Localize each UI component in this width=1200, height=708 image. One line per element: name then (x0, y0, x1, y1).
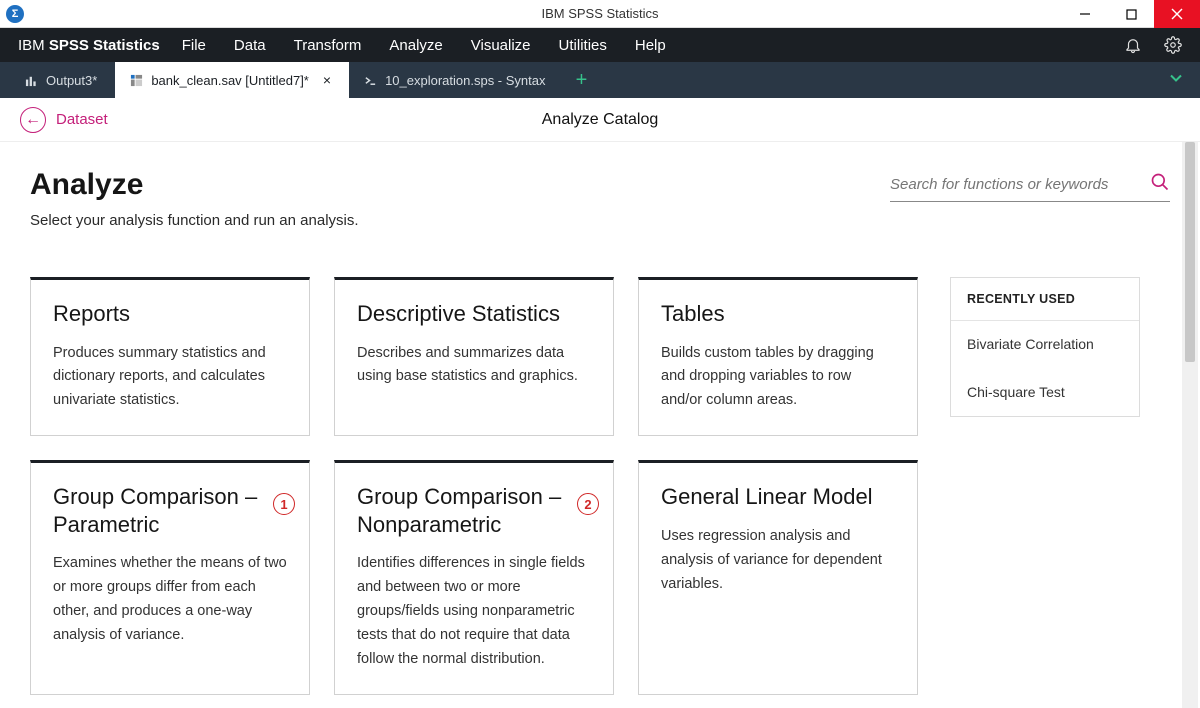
callout-badge-2: 2 (577, 493, 599, 515)
recent-item[interactable]: Bivariate Correlation (951, 321, 1139, 369)
menu-utilities[interactable]: Utilities (559, 37, 607, 54)
card-tables[interactable]: Tables Builds custom tables by dragging … (638, 277, 918, 436)
minimize-button[interactable] (1062, 0, 1108, 28)
tab-syntax[interactable]: 10_exploration.sps - Syntax (349, 62, 563, 98)
menu-file[interactable]: File (182, 37, 206, 54)
app-logo-icon: Σ (6, 5, 24, 23)
recent-item[interactable]: Chi-square Test (951, 369, 1139, 417)
maximize-button[interactable] (1108, 0, 1154, 28)
close-button[interactable] (1154, 0, 1200, 28)
tab-label: bank_clean.sav [Untitled7]* (151, 73, 309, 88)
settings-gear-icon[interactable] (1160, 32, 1186, 58)
brand-label: IBM SPSS Statistics (18, 37, 160, 54)
analysis-card-grid: Reports Produces summary statistics and … (30, 277, 920, 695)
card-title: Tables (661, 300, 895, 328)
card-desc: Produces summary statistics and dictiona… (53, 342, 287, 414)
page-subtitle: Select your analysis function and run an… (30, 212, 890, 229)
card-descriptive-statistics[interactable]: Descriptive Statistics Describes and sum… (334, 277, 614, 436)
recently-used-header: RECENTLY USED (951, 278, 1139, 321)
brand-prefix: IBM (18, 37, 45, 54)
tab-label: Output3* (46, 73, 97, 88)
dataset-grid-icon (129, 73, 143, 87)
brand-bold: SPSS Statistics (49, 37, 160, 54)
menu-help[interactable]: Help (635, 37, 666, 54)
vertical-scrollbar[interactable] (1182, 142, 1198, 708)
card-desc: Describes and summarizes data using base… (357, 342, 591, 390)
card-desc: Identifies differences in single fields … (357, 552, 591, 672)
main-area: Analyze Select your analysis function an… (0, 142, 1200, 708)
tab-close-icon[interactable]: × (323, 72, 331, 88)
os-titlebar: Σ IBM SPSS Statistics (0, 0, 1200, 28)
card-title: General Linear Model (661, 483, 895, 511)
card-desc: Uses regression analysis and analysis of… (661, 525, 895, 597)
back-label: Dataset (56, 111, 108, 128)
menu-analyze[interactable]: Analyze (389, 37, 442, 54)
card-group-comparison-nonparametric[interactable]: Group Comparison – Nonparametric Identif… (334, 460, 614, 695)
tab-label: 10_exploration.sps - Syntax (385, 73, 545, 88)
back-to-dataset-button[interactable]: ← Dataset (20, 107, 108, 133)
notifications-icon[interactable] (1120, 32, 1146, 58)
card-desc: Builds custom tables by dragging and dro… (661, 342, 895, 414)
back-arrow-icon: ← (20, 107, 46, 133)
page-context-title: Analyze Catalog (542, 111, 659, 129)
card-title: Reports (53, 300, 287, 328)
scrollbar-thumb[interactable] (1185, 142, 1195, 362)
card-group-comparison-parametric[interactable]: Group Comparison – Parametric Examines w… (30, 460, 310, 695)
window-title: IBM SPSS Statistics (541, 6, 658, 21)
tabs-overflow-chevron-icon[interactable] (1168, 70, 1184, 91)
search-input[interactable] (890, 176, 1150, 193)
menu-transform[interactable]: Transform (294, 37, 362, 54)
chart-bars-icon (24, 73, 38, 87)
search-icon[interactable] (1150, 172, 1170, 197)
card-reports[interactable]: Reports Produces summary statistics and … (30, 277, 310, 436)
callout-badge-1: 1 (273, 493, 295, 515)
app-menubar: IBM SPSS Statistics File Data Transform … (0, 28, 1200, 62)
menu-visualize[interactable]: Visualize (471, 37, 531, 54)
menu-data[interactable]: Data (234, 37, 266, 54)
card-desc: Examines whether the means of two or mor… (53, 552, 287, 648)
prompt-icon (363, 73, 377, 87)
window-controls (1062, 0, 1200, 28)
card-general-linear-model[interactable]: General Linear Model Uses regression ana… (638, 460, 918, 695)
tab-strip: Output3* bank_clean.sav [Untitled7]* × 1… (0, 62, 1200, 98)
tab-dataset[interactable]: bank_clean.sav [Untitled7]* × (115, 62, 349, 98)
search-box[interactable] (890, 172, 1170, 202)
card-title: Group Comparison – Parametric (53, 483, 287, 538)
recently-used-panel: RECENTLY USED Bivariate Correlation Chi-… (950, 277, 1140, 417)
breadcrumb-bar: ← Dataset Analyze Catalog (0, 98, 1200, 142)
new-tab-button[interactable]: + (564, 62, 600, 98)
card-title: Group Comparison – Nonparametric (357, 483, 591, 538)
tab-output[interactable]: Output3* (10, 62, 115, 98)
card-title: Descriptive Statistics (357, 300, 591, 328)
page-title: Analyze (30, 168, 890, 202)
